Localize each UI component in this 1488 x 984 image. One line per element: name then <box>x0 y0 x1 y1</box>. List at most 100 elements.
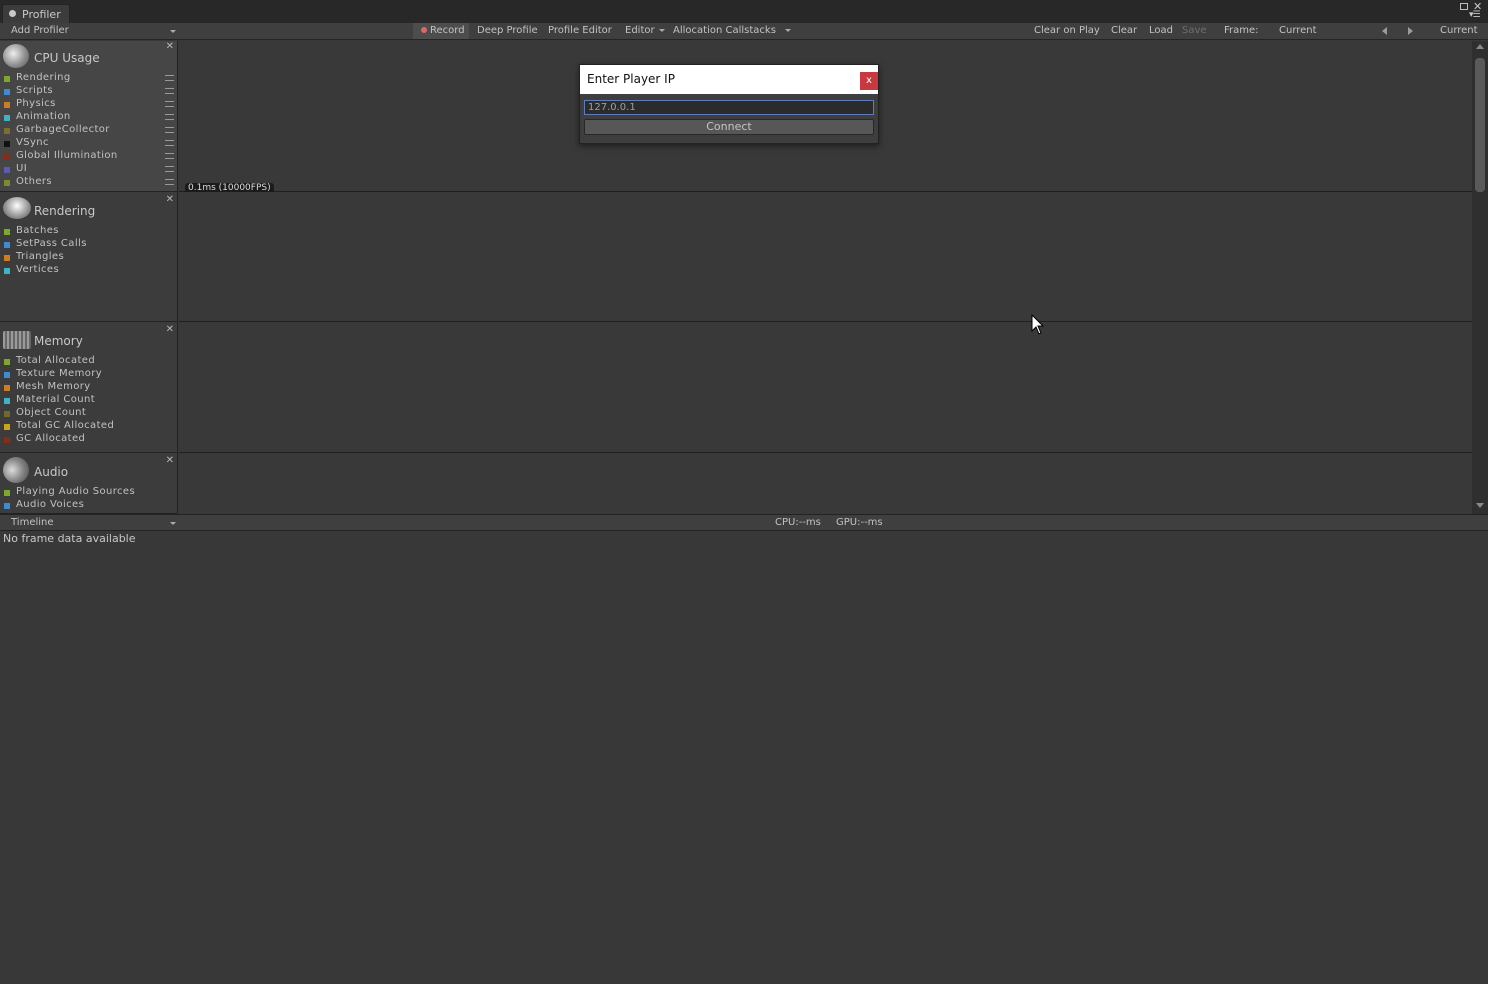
legend-color-swatch[interactable] <box>4 115 10 121</box>
memory-graph[interactable] <box>179 322 1472 453</box>
legend-item-label: Object Count <box>16 407 87 418</box>
legend-item-label: UI <box>16 163 28 174</box>
connect-button[interactable]: Connect <box>584 119 874 135</box>
legend-color-swatch[interactable] <box>4 503 10 509</box>
gpu-time: GPU:--ms <box>836 517 883 528</box>
panel-title: Rendering <box>34 204 96 218</box>
enter-player-ip-dialog: Enter Player IP x 127.0.0.1 Connect <box>579 64 879 144</box>
frame-label: Frame: <box>1224 25 1259 36</box>
legend-item[interactable]: Physics <box>4 98 174 111</box>
drag-handle-icon[interactable] <box>165 101 174 107</box>
legend-item[interactable]: Object Count <box>4 407 174 420</box>
profiler-tab[interactable]: Profiler <box>2 4 70 23</box>
legend-color-swatch[interactable] <box>4 102 10 108</box>
legend-item[interactable]: Vertices <box>4 264 174 277</box>
drag-handle-icon[interactable] <box>165 75 174 81</box>
drag-handle-icon[interactable] <box>165 88 174 94</box>
window-menu-icon[interactable]: ▾☰ <box>1469 10 1481 20</box>
legend-color-swatch[interactable] <box>4 242 10 248</box>
legend-item[interactable]: SetPass Calls <box>4 238 174 251</box>
legend-item[interactable]: Audio Voices <box>4 499 174 512</box>
drag-handle-icon[interactable] <box>165 179 174 185</box>
legend-item-label: VSync <box>16 137 49 148</box>
drag-handle-icon[interactable] <box>165 153 174 159</box>
legend-color-swatch[interactable] <box>4 154 10 160</box>
close-icon[interactable]: ✕ <box>166 194 174 205</box>
dialog-close-button[interactable]: x <box>860 72 878 90</box>
legend-item[interactable]: UI <box>4 163 174 176</box>
legend-color-swatch[interactable] <box>4 359 10 365</box>
legend-item[interactable]: VSync <box>4 137 174 150</box>
profile-editor-button[interactable]: Profile Editor <box>548 23 612 39</box>
legend-item[interactable]: Material Count <box>4 394 174 407</box>
scrollbar-thumb[interactable] <box>1475 58 1485 192</box>
drag-handle-icon[interactable] <box>165 140 174 146</box>
legend-item[interactable]: Mesh Memory <box>4 381 174 394</box>
next-frame-icon[interactable] <box>1408 27 1413 35</box>
legend-item[interactable]: Total Allocated <box>4 355 174 368</box>
legend-color-swatch[interactable] <box>4 372 10 378</box>
legend-color-swatch[interactable] <box>4 229 10 235</box>
memory-panel[interactable]: Memory ✕ Total Allocated Texture Memory Me… <box>0 322 178 453</box>
legend-item[interactable]: Global Illumination <box>4 150 174 163</box>
drag-handle-icon[interactable] <box>165 166 174 172</box>
cpu-usage-panel[interactable]: CPU Usage ✕ Rendering Scripts Physics Anima… <box>0 41 178 192</box>
legend-item[interactable]: Rendering <box>4 72 174 85</box>
legend-item[interactable]: Others <box>4 176 174 189</box>
close-icon[interactable]: ✕ <box>166 324 174 335</box>
legend-color-swatch[interactable] <box>4 385 10 391</box>
legend-item[interactable]: Scripts <box>4 85 174 98</box>
profiler-icon <box>9 10 16 17</box>
legend-color-swatch[interactable] <box>4 167 10 173</box>
allocation-callstacks-button[interactable]: Allocation Callstacks <box>673 23 791 39</box>
legend-item[interactable]: Texture Memory <box>4 368 174 381</box>
current-frame-button[interactable]: Current <box>1440 23 1478 39</box>
legend-color-swatch[interactable] <box>4 89 10 95</box>
view-mode-dropdown[interactable]: Timeline <box>11 515 176 531</box>
maximize-icon[interactable] <box>1460 3 1468 10</box>
legend-item[interactable]: Total GC Allocated <box>4 420 174 433</box>
legend-item[interactable]: GC Allocated <box>4 433 174 446</box>
target-dropdown[interactable]: Editor <box>625 23 665 39</box>
rendering-panel[interactable]: Rendering ✕ Batches SetPass Calls Triangle… <box>0 192 178 322</box>
drag-handle-icon[interactable] <box>165 127 174 133</box>
legend-color-swatch[interactable] <box>4 255 10 261</box>
legend-item[interactable]: Playing Audio Sources <box>4 486 174 499</box>
deep-profile-button[interactable]: Deep Profile <box>477 23 538 39</box>
legend-color-swatch[interactable] <box>4 490 10 496</box>
legend-item-label: Vertices <box>16 264 60 275</box>
clear-button[interactable]: Clear <box>1111 23 1137 39</box>
clear-on-play-button[interactable]: Clear on Play <box>1034 23 1100 39</box>
legend-item-label: GarbageCollector <box>16 124 110 135</box>
legend-color-swatch[interactable] <box>4 398 10 404</box>
previous-frame-icon[interactable] <box>1382 27 1387 35</box>
rendering-graph[interactable] <box>179 192 1472 322</box>
detail-toolbar: Timeline CPU:--ms GPU:--ms <box>0 514 1488 531</box>
legend-item-label: Playing Audio Sources <box>16 486 136 497</box>
add-profiler-dropdown[interactable]: Add Profiler <box>11 23 176 39</box>
legend-color-swatch[interactable] <box>4 128 10 134</box>
legend-color-swatch[interactable] <box>4 437 10 443</box>
drag-handle-icon[interactable] <box>165 114 174 120</box>
legend-item[interactable]: Batches <box>4 225 174 238</box>
player-ip-input[interactable]: 127.0.0.1 <box>584 100 874 115</box>
legend-item[interactable]: Animation <box>4 111 174 124</box>
close-icon[interactable]: ✕ <box>166 41 174 52</box>
scroll-down-icon[interactable] <box>1476 503 1484 508</box>
legend-item[interactable]: GarbageCollector <box>4 124 174 137</box>
record-button[interactable]: Record <box>413 23 469 39</box>
save-button[interactable]: Save <box>1182 23 1207 39</box>
legend-color-swatch[interactable] <box>4 141 10 147</box>
audio-graph[interactable] <box>179 453 1472 514</box>
legend-item[interactable]: Triangles <box>4 251 174 264</box>
legend-color-swatch[interactable] <box>4 424 10 430</box>
load-button[interactable]: Load <box>1149 23 1173 39</box>
legend-color-swatch[interactable] <box>4 268 10 274</box>
close-icon[interactable]: ✕ <box>166 455 174 466</box>
chevron-down-icon <box>170 522 176 525</box>
audio-panel[interactable]: Audio ✕ Playing Audio Sources Audio Voice… <box>0 453 178 514</box>
legend-color-swatch[interactable] <box>4 76 10 82</box>
legend-color-swatch[interactable] <box>4 180 10 186</box>
scroll-up-icon[interactable] <box>1476 44 1484 49</box>
legend-color-swatch[interactable] <box>4 411 10 417</box>
